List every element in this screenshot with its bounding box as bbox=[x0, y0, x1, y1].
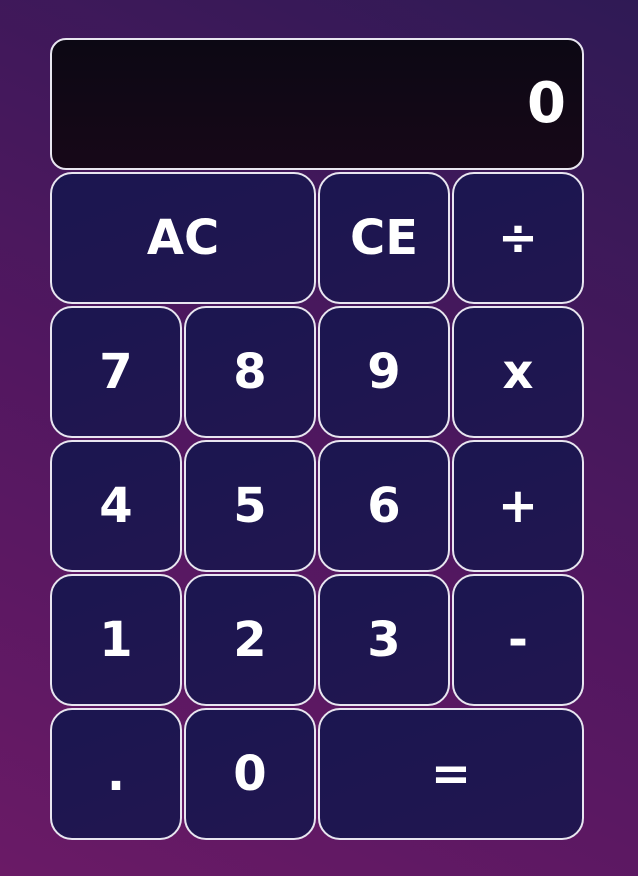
digit-9-button[interactable]: 9 bbox=[318, 306, 450, 438]
equals-button[interactable]: = bbox=[318, 708, 584, 840]
calculator-display: 0 bbox=[50, 38, 584, 170]
digit-6-button[interactable]: 6 bbox=[318, 440, 450, 572]
all-clear-button[interactable]: AC bbox=[50, 172, 316, 304]
digit-7-button[interactable]: 7 bbox=[50, 306, 182, 438]
plus-button[interactable]: + bbox=[452, 440, 584, 572]
clear-entry-button[interactable]: CE bbox=[318, 172, 450, 304]
decimal-button[interactable]: . bbox=[50, 708, 182, 840]
digit-1-button[interactable]: 1 bbox=[50, 574, 182, 706]
digit-4-button[interactable]: 4 bbox=[50, 440, 182, 572]
digit-5-button[interactable]: 5 bbox=[184, 440, 316, 572]
multiply-button[interactable]: x bbox=[452, 306, 584, 438]
digit-3-button[interactable]: 3 bbox=[318, 574, 450, 706]
digit-8-button[interactable]: 8 bbox=[184, 306, 316, 438]
keypad: AC CE ÷ 7 8 9 x 4 5 6 + 1 2 3 - . 0 = bbox=[50, 172, 584, 840]
display-value: 0 bbox=[527, 71, 566, 136]
calculator: 0 AC CE ÷ 7 8 9 x 4 5 6 + 1 2 3 - . 0 = bbox=[50, 38, 584, 840]
divide-button[interactable]: ÷ bbox=[452, 172, 584, 304]
digit-0-button[interactable]: 0 bbox=[184, 708, 316, 840]
digit-2-button[interactable]: 2 bbox=[184, 574, 316, 706]
minus-button[interactable]: - bbox=[452, 574, 584, 706]
